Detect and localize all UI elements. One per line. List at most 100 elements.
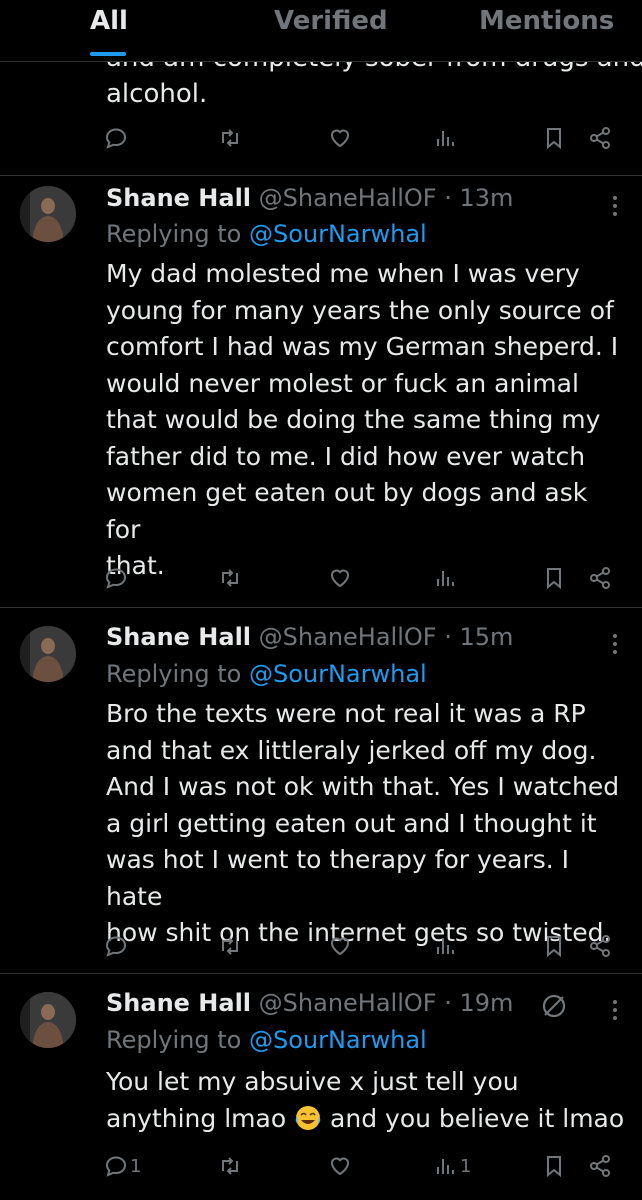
reply-button[interactable]: [104, 118, 128, 158]
views-button[interactable]: [434, 118, 458, 158]
avatar[interactable]: [20, 186, 76, 242]
tweet-actions: [0, 558, 642, 598]
bookmark-button[interactable]: [542, 926, 566, 966]
separator-dot: ·: [444, 184, 452, 212]
bookmark-button[interactable]: [542, 1146, 566, 1186]
reply-button[interactable]: [104, 558, 128, 598]
tweet-text-line: father did to me. I did how ever watch: [106, 441, 586, 471]
tweet[interactable]: Shane Hall @ShaneHallOF · 15m Replying t…: [0, 608, 642, 974]
retweet-icon: [222, 937, 238, 955]
views-icon: [437, 939, 454, 954]
tweet-text: Bro the texts were not real it was a RP …: [106, 696, 626, 952]
tweet[interactable]: Shane Hall @ShaneHallOF · 19m Replying t…: [0, 974, 642, 1200]
like-button[interactable]: [328, 1146, 352, 1186]
avatar-image: [20, 186, 76, 242]
heart-icon: [330, 569, 350, 588]
views-button[interactable]: [434, 926, 458, 966]
replying-to: Replying to @SourNarwhal: [106, 658, 427, 690]
notification-tabs: All Verified Mentions: [0, 0, 642, 62]
avatar-image: [20, 992, 76, 1048]
avatar[interactable]: [20, 626, 76, 682]
tab-verified[interactable]: Verified: [274, 6, 388, 36]
reply-icon: [105, 936, 127, 957]
replying-to: Replying to @SourNarwhal: [106, 218, 427, 250]
replying-to-label: Replying to: [106, 1026, 242, 1054]
muted-icon: [542, 994, 566, 1018]
share-button[interactable]: [588, 118, 612, 158]
reply-count: 1: [130, 1155, 142, 1177]
tweet-text-cut: and am completely sober from drugs and: [106, 62, 642, 76]
retweet-button[interactable]: [218, 118, 242, 158]
heart-icon: [330, 1157, 350, 1176]
timestamp[interactable]: 15m: [460, 623, 514, 651]
tweet-text-line: that would be doing the same thing my: [106, 405, 601, 434]
tweet-text-line: a girl getting eaten out and I thought i…: [106, 808, 597, 838]
replying-to-mention[interactable]: @SourNarwhal: [249, 220, 427, 248]
tweet-text: You let my absuive x just tell you anyth…: [106, 1064, 626, 1137]
views-icon: [437, 1159, 454, 1174]
tweet[interactable]: Shane Hall @ShaneHallOF · 13m Replying t…: [0, 176, 642, 608]
display-name[interactable]: Shane Hall: [106, 989, 251, 1017]
reply-button[interactable]: [104, 926, 128, 966]
share-button[interactable]: [588, 1146, 612, 1186]
tab-mentions[interactable]: Mentions: [479, 6, 614, 36]
like-button[interactable]: [328, 558, 352, 598]
views-icon: [437, 131, 454, 146]
share-icon: [590, 1155, 610, 1177]
share-icon: [590, 127, 610, 149]
display-name[interactable]: Shane Hall: [106, 184, 251, 212]
retweet-button[interactable]: [218, 926, 242, 966]
user-handle[interactable]: @ShaneHallOF: [259, 623, 437, 651]
more-icon[interactable]: [610, 196, 620, 220]
reply-button[interactable]: 1: [104, 1146, 141, 1186]
views-button[interactable]: [434, 558, 458, 598]
timestamp[interactable]: 13m: [460, 184, 514, 212]
tweet-text-line: young for many years the only source of: [106, 295, 614, 325]
avatar[interactable]: [20, 992, 76, 1048]
display-name[interactable]: Shane Hall: [106, 623, 251, 651]
heart-icon: [330, 937, 350, 956]
tweet-actions: [0, 926, 642, 966]
tweet-text-line: My dad molested me when I was very: [106, 259, 580, 288]
more-icon[interactable]: [610, 1000, 620, 1024]
bookmark-icon: [547, 1156, 561, 1178]
reply-icon: [105, 128, 127, 149]
user-handle[interactable]: @ShaneHallOF: [259, 989, 437, 1017]
share-icon: [590, 935, 610, 957]
tweet-text-line: And I was not ok with that. Yes I watche…: [106, 772, 620, 801]
more-icon[interactable]: [610, 634, 620, 658]
like-button[interactable]: [328, 118, 352, 158]
views-icon: [437, 571, 454, 586]
bookmark-button[interactable]: [542, 558, 566, 598]
tab-all[interactable]: All: [90, 6, 128, 36]
retweet-icon: [222, 569, 238, 587]
tweet-text-segment: anything lmao: [106, 1103, 287, 1133]
views-button[interactable]: 1: [434, 1146, 471, 1186]
retweet-icon: [222, 129, 238, 147]
face-with-tears-of-joy-emoji-icon: [295, 1105, 321, 1130]
replying-to-label: Replying to: [106, 660, 242, 688]
tweet-text-segment: and you believe it lmao: [330, 1103, 625, 1133]
tweet-text-line: You let my absuive x just tell you: [106, 1067, 519, 1096]
retweet-button[interactable]: [218, 558, 242, 598]
bookmark-button[interactable]: [542, 118, 566, 158]
share-icon: [590, 567, 610, 589]
retweet-button[interactable]: [218, 1146, 242, 1186]
replying-to-mention[interactable]: @SourNarwhal: [249, 660, 427, 688]
avatar-image: [20, 626, 76, 682]
timestamp[interactable]: 19m: [460, 989, 514, 1017]
separator-dot: ·: [444, 623, 452, 651]
user-handle[interactable]: @ShaneHallOF: [259, 184, 437, 212]
tweet-text-line: and that ex littleraly jerked off my dog…: [106, 735, 597, 765]
like-button[interactable]: [328, 926, 352, 966]
tweet-actions: 1 1: [0, 1146, 642, 1186]
replying-to-mention[interactable]: @SourNarwhal: [249, 1026, 427, 1054]
reply-icon: [105, 1156, 127, 1177]
heart-icon: [330, 129, 350, 148]
tweet-text-line: anything lmao and you believe it lmao: [106, 1101, 626, 1138]
share-button[interactable]: [588, 558, 612, 598]
tweet-text-line: was hot I went to therapy for years. I h…: [106, 845, 570, 911]
share-button[interactable]: [588, 926, 612, 966]
reply-icon: [105, 568, 127, 589]
tweet-text: alcohol.: [106, 79, 208, 109]
